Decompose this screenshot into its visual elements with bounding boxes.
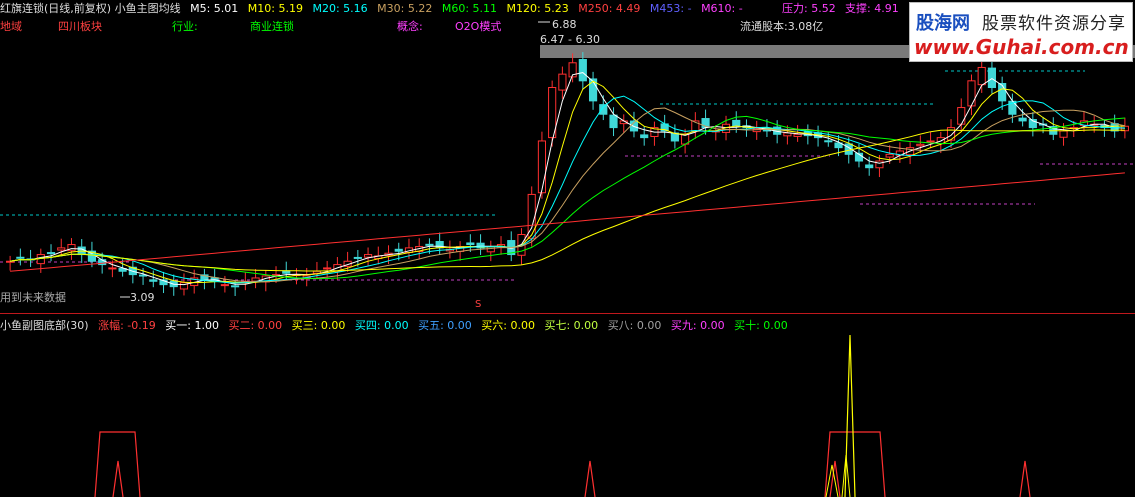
region-value[interactable]: 四川板块 [58, 18, 102, 34]
main-indicator-header: 红旗连锁(日线,前复权) 小鱼主图均线 M5: 5.01 M10: 5.19 M… [0, 0, 749, 16]
buy5-value: 买五: 0.00 [418, 319, 472, 332]
zhangfu-value: 涨幅: -0.19 [98, 319, 156, 332]
candle-body [46, 252, 56, 255]
candle-body [885, 153, 894, 158]
candle-body [363, 254, 373, 258]
candle-body [425, 243, 434, 246]
signal-spike [844, 334, 856, 497]
candle-body [599, 104, 608, 115]
buy9-value: 买九: 0.00 [670, 319, 725, 332]
candle-body [353, 256, 362, 259]
candle-body [640, 134, 649, 139]
candle-body [231, 285, 240, 288]
stock-title[interactable]: 红旗连锁(日线,前复权) 小鱼主图均线 [0, 2, 181, 15]
signal-spike [112, 460, 124, 497]
concept-label: 概念: [397, 20, 423, 33]
logo-brand: 股海网 [916, 13, 970, 34]
buy7-value: 买七: 0.00 [544, 319, 599, 332]
sub-indicator-chart[interactable] [0, 315, 1135, 497]
candle-body [57, 247, 66, 251]
panel-divider [0, 313, 1135, 314]
candle-body [1018, 117, 1027, 122]
candle-body [732, 119, 741, 127]
candle-body [987, 67, 997, 89]
candle-body [609, 114, 618, 129]
pressure-value: 压力: 5.52 [782, 2, 836, 15]
buy3-value: 买三: 0.00 [291, 319, 346, 332]
ma250-value: M250: 4.49 [578, 2, 641, 15]
low-price-label: 3.09 [130, 291, 155, 304]
candle-body [865, 164, 874, 169]
candle-body [967, 80, 976, 107]
ma250-line [10, 172, 1125, 272]
candle-body [220, 284, 229, 287]
buy4-value: 买四: 0.00 [354, 319, 409, 332]
candle-body [558, 73, 567, 91]
ma10-value: M10: 5.19 [247, 2, 303, 15]
candle-body [537, 140, 547, 194]
guhai-logo: 股海网 股票软件资源分享 www.Guhai.com.cn [909, 2, 1133, 62]
candle-body [1059, 130, 1068, 138]
logo-tagline: 股票软件资源分享 [982, 14, 1126, 34]
candle-body [875, 160, 884, 169]
ma120-value: M120: 5.23 [506, 2, 569, 15]
range-box-label: 6.47 - 6.30 [540, 33, 600, 46]
candle-body [926, 140, 935, 143]
future-data-note: 用到未来数据 [0, 291, 66, 304]
candle-body [323, 267, 332, 270]
s-signal-marker: S [475, 299, 482, 310]
candle-body [108, 267, 117, 270]
support-value: 支撑: 4.91 [845, 2, 899, 15]
ma20-value: M20: 5.16 [312, 2, 368, 15]
candle-body [793, 133, 802, 137]
candle-body [149, 279, 158, 282]
signal-spike [1019, 460, 1031, 497]
sub-indicator-header: 小鱼副图底部(30) 涨幅: -0.19 买一: 1.00 买二: 0.00 买… [0, 317, 794, 333]
concept-value[interactable]: O2O模式 [455, 18, 501, 34]
float-shares: 流通股本:3.08亿 [740, 20, 824, 33]
moving-average-line [10, 129, 1125, 272]
buy8-value: 买八: 0.00 [607, 319, 662, 332]
ma30-value: M30: 5.22 [377, 2, 433, 15]
buy1-value: 买一: 1.00 [165, 319, 219, 332]
buy2-value: 买二: 0.00 [228, 319, 283, 332]
candle-body [6, 260, 15, 263]
industry-value[interactable]: 商业连锁 [250, 18, 294, 34]
buy6-value: 买六: 0.00 [481, 319, 535, 332]
candle-body [578, 59, 587, 82]
candle-body [977, 66, 986, 86]
moving-average-line [10, 72, 1125, 286]
signal-spike [584, 460, 596, 497]
candle-body [957, 107, 966, 125]
candle-body [394, 248, 403, 252]
logo-url: www.Guhai.com.cn [914, 35, 1129, 59]
region-label: 地域 [0, 20, 22, 33]
candle-body [824, 140, 833, 143]
candle-body [16, 256, 25, 259]
candle-body [466, 242, 475, 246]
ma60-value: M60: 5.11 [441, 2, 498, 15]
ma453-value: M453: - [649, 2, 692, 15]
ma610-value: M610: - [701, 2, 743, 15]
high-price-label: 6.88 [552, 18, 577, 31]
candle-body [916, 143, 925, 147]
ma5-value: M5: 5.01 [190, 2, 239, 15]
sub-title[interactable]: 小鱼副图底部(30) [0, 319, 89, 332]
buy10-value: 买十: 0.00 [734, 319, 788, 332]
industry-label: 行业: [172, 20, 198, 33]
